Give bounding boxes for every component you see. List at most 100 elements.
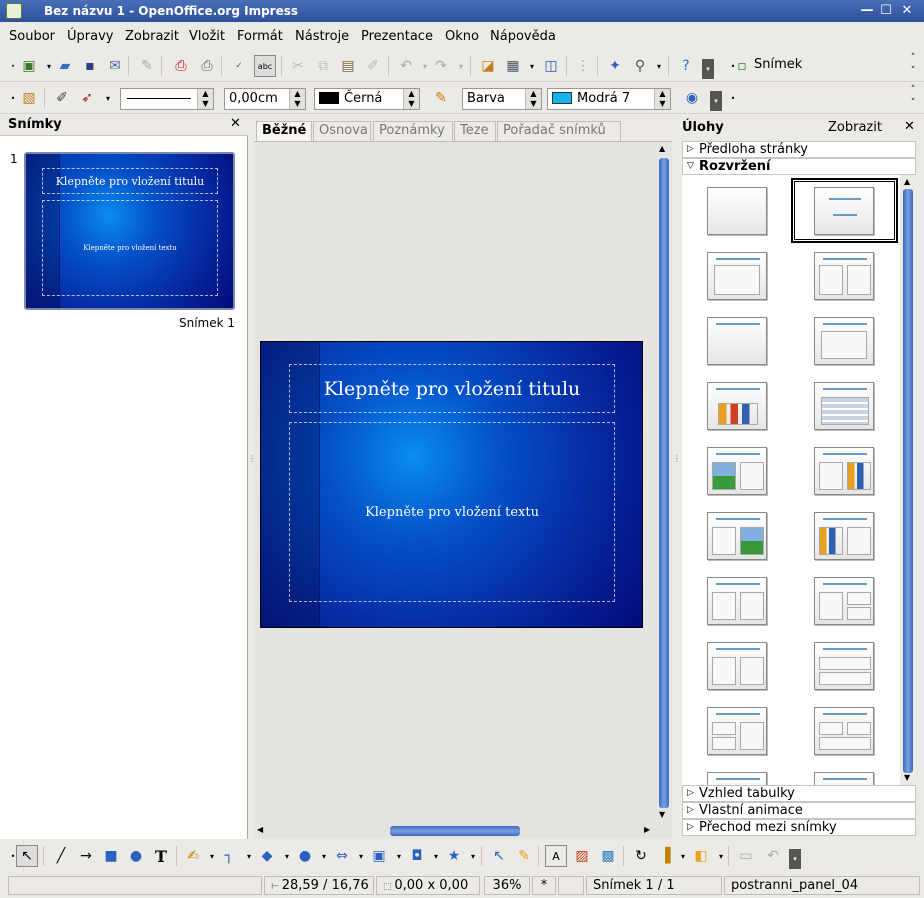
horizontal-scrollbar[interactable]: ◀ ▶ xyxy=(254,823,656,839)
layouts-scrollbar[interactable]: ▲ ▼ xyxy=(900,175,916,787)
section-prechod-mezi-snimky[interactable]: ▷ Přechod mezi snímky xyxy=(682,819,916,836)
menu-napoveda[interactable]: Nápověda xyxy=(490,29,556,44)
grid-icon[interactable]: ⋮ xyxy=(572,55,594,77)
line-tool-icon[interactable]: ╱ xyxy=(50,845,72,867)
scroll-up-icon[interactable]: ▲ xyxy=(659,144,665,153)
section-rozvrzeni[interactable]: ▽ Rozvržení xyxy=(682,158,916,175)
from-file-icon[interactable]: ▨ xyxy=(571,845,593,867)
section-predloha-stranky[interactable]: ▷ Předloha stránky xyxy=(682,141,916,158)
autospellcheck-icon[interactable]: abc xyxy=(254,55,276,77)
layout-title-text-chart[interactable] xyxy=(814,447,874,495)
line-style-select[interactable]: ▲ ▼ xyxy=(120,88,214,110)
status-zoom[interactable]: 36% xyxy=(484,876,530,895)
toolbar-grip-icon[interactable]: • xyxy=(722,87,744,109)
tab-osnova[interactable]: Osnova xyxy=(313,121,371,141)
layouts-scroll-thumb[interactable] xyxy=(903,189,913,773)
spellcheck-icon[interactable]: ✓ xyxy=(228,55,250,77)
cut-icon[interactable]: ✂ xyxy=(287,55,309,77)
horizontal-scroll-thumb[interactable] xyxy=(390,826,520,836)
tasks-view-menu[interactable]: Zobrazit xyxy=(828,120,882,135)
maximize-button[interactable]: ☐ xyxy=(877,3,895,19)
area-color-select[interactable]: Modrá 7 ▲ ▼ xyxy=(547,88,671,110)
line-icon[interactable]: ✐ xyxy=(51,87,73,109)
menu-prezentace[interactable]: Prezentace xyxy=(361,29,433,44)
clone-formatting-icon[interactable]: ✐ xyxy=(362,55,384,77)
menu-vlozit[interactable]: Vložit xyxy=(189,29,225,44)
slide-title-placeholder[interactable]: Klepněte pro vložení titulu xyxy=(289,364,615,413)
toolbar-overflow-icon[interactable]: ▾ xyxy=(710,91,722,111)
layout-centered-text[interactable] xyxy=(814,317,874,365)
layout-title-text-clipart[interactable] xyxy=(707,512,767,560)
tab-poradac-snimku[interactable]: Pořadač snímků xyxy=(497,121,621,141)
layout-title-text-2-objects[interactable] xyxy=(814,577,874,625)
tab-teze[interactable]: Teze xyxy=(454,121,496,141)
area-color-spin-icon[interactable]: ▲ ▼ xyxy=(654,89,670,109)
email-icon[interactable]: ✉ xyxy=(104,55,126,77)
menu-nastroje[interactable]: Nástroje xyxy=(295,29,349,44)
slide-canvas[interactable]: Klepněte pro vložení titulu Klepněte pro… xyxy=(260,341,643,628)
scroll-up-icon[interactable]: ˄ xyxy=(906,83,920,97)
help-icon[interactable]: ? xyxy=(675,55,697,77)
layout-title-chart[interactable] xyxy=(707,382,767,430)
layout-title-clipart-text[interactable] xyxy=(707,447,767,495)
scroll-down-icon[interactable]: ˅ xyxy=(906,64,920,78)
layout-title-2-content[interactable] xyxy=(814,252,874,300)
line-style-spin-icon[interactable]: ▲ ▼ xyxy=(197,89,213,109)
layout-title-table[interactable] xyxy=(814,382,874,430)
scroll-left-icon[interactable]: ◀ xyxy=(257,825,263,834)
copy-icon[interactable]: ⧉ xyxy=(312,55,334,77)
text-tool-icon[interactable]: T xyxy=(150,845,172,867)
layout-title-slide[interactable] xyxy=(814,187,874,235)
line-arrow-tool-icon[interactable]: → xyxy=(75,845,97,867)
open-folder-icon[interactable]: ▰ xyxy=(54,55,76,77)
menu-format[interactable]: Formát xyxy=(237,29,283,44)
new-slide-icon[interactable]: ▫ xyxy=(731,55,753,77)
line-width-spin-icon[interactable]: ▲ ▼ xyxy=(289,89,305,109)
flowchart-icon[interactable]: ▣ xyxy=(368,845,390,867)
toolbar-overflow-icon[interactable]: ▾ xyxy=(702,59,714,79)
layout-title-2-objects-text[interactable] xyxy=(707,707,767,755)
section-vlastni-animace[interactable]: ▷ Vlastní animace xyxy=(682,802,916,819)
impress-app-icon[interactable] xyxy=(6,3,22,19)
scroll-up-icon[interactable]: ▲ xyxy=(904,177,910,186)
connector-tool-icon[interactable]: ┐ xyxy=(218,845,240,867)
line-color-spin-icon[interactable]: ▲ ▼ xyxy=(403,89,419,109)
save-icon[interactable]: ▪ xyxy=(79,55,101,77)
tab-poznamky[interactable]: Poznámky xyxy=(373,121,453,141)
section-vzhled-tabulky[interactable]: ▷ Vzhled tabulky xyxy=(682,785,916,802)
arrange-icon[interactable]: ◧ xyxy=(690,845,712,867)
line-color-select[interactable]: Černá ▲ ▼ xyxy=(314,88,420,110)
gallery-icon[interactable]: ▩ xyxy=(597,845,619,867)
tab-bezne[interactable]: Běžné xyxy=(256,121,312,141)
layout-title-chart-text[interactable] xyxy=(814,512,874,560)
layout-title-content[interactable] xyxy=(707,252,767,300)
export-pdf-icon[interactable]: ⎙ xyxy=(170,55,192,77)
slides-panel-close-button[interactable]: ✕ xyxy=(230,116,241,131)
shadow-icon[interactable]: ◉ xyxy=(681,87,703,109)
chart-icon[interactable]: ◪ xyxy=(477,55,499,77)
select-arrow-icon[interactable]: ↖ xyxy=(16,845,38,867)
edit-file-icon[interactable]: ✎ xyxy=(136,55,158,77)
menu-soubor[interactable]: Soubor xyxy=(9,29,55,44)
new-slide-button[interactable]: Snímek xyxy=(754,57,802,72)
menu-okno[interactable]: Okno xyxy=(445,29,479,44)
toolbar-overflow-icon[interactable]: ▾ xyxy=(789,849,801,869)
glue-points-icon[interactable]: ✎ xyxy=(513,845,535,867)
rotate-icon[interactable]: ↻ xyxy=(630,845,652,867)
menu-upravy[interactable]: Úpravy xyxy=(67,29,113,44)
scroll-down-icon[interactable]: ▼ xyxy=(659,810,665,819)
scroll-down-icon[interactable]: ˅ xyxy=(906,96,920,110)
redo-dropdown-icon[interactable]: ▾ xyxy=(450,55,472,77)
tasks-panel-close-button[interactable]: ✕ xyxy=(904,119,915,134)
area-style-select[interactable]: Barva ▲ ▼ xyxy=(462,88,542,110)
vertical-scrollbar[interactable]: ▲ ▼ xyxy=(656,142,672,825)
rectangle-tool-icon[interactable]: ■ xyxy=(100,845,122,867)
slide-thumbnail[interactable]: Klepněte pro vložení titulu Klepněte pro… xyxy=(24,152,235,310)
points-icon[interactable]: ↖ xyxy=(488,845,510,867)
slide-text-placeholder[interactable]: Klepněte pro vložení textu xyxy=(289,422,615,602)
extrusion-icon[interactable]: ▭ xyxy=(735,845,757,867)
minimize-button[interactable]: — xyxy=(858,3,876,19)
arrow-style-dropdown-icon[interactable]: ▾ xyxy=(97,87,119,109)
fontwork-icon[interactable]: A xyxy=(545,845,567,867)
scroll-up-icon[interactable]: ˄ xyxy=(906,51,920,65)
